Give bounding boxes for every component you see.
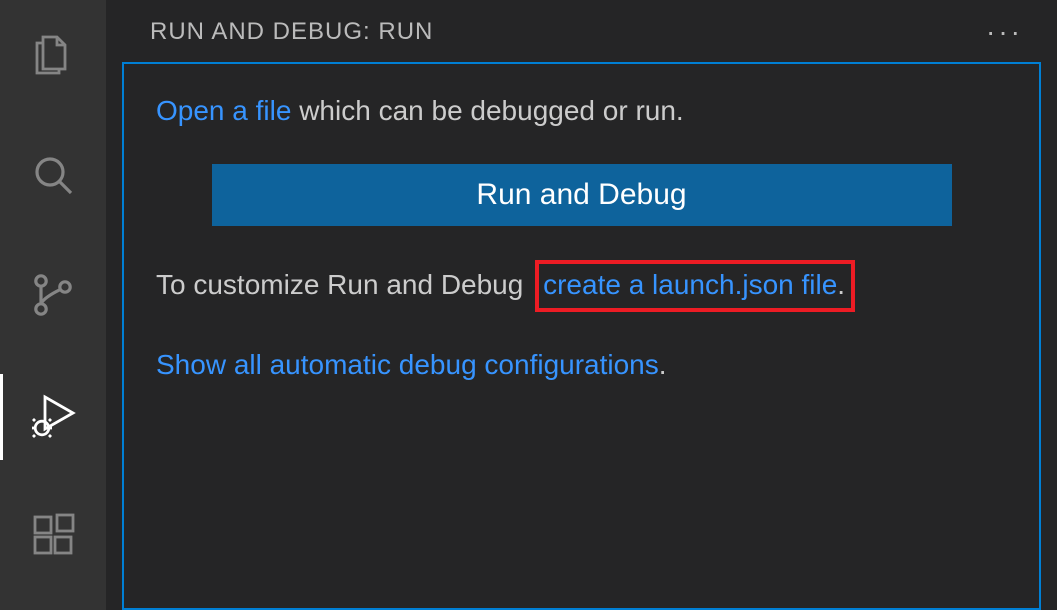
activity-bar: [0, 0, 106, 610]
show-all-period: .: [659, 349, 667, 380]
run-and-debug-button[interactable]: Run and Debug: [212, 164, 952, 226]
search-icon: [29, 151, 77, 204]
files-icon: [29, 31, 77, 84]
open-file-line: Open a file which can be debugged or run…: [156, 92, 1007, 130]
open-file-text: which can be debugged or run.: [291, 95, 683, 126]
app-root: RUN AND DEBUG: RUN ··· Open a file which…: [0, 0, 1057, 610]
customize-line: To customize Run and Debug create a laun…: [156, 260, 1007, 312]
activity-run-debug[interactable]: [0, 374, 106, 460]
create-launch-link[interactable]: create a launch.json file: [543, 269, 837, 300]
panel-body: Open a file which can be debugged or run…: [122, 62, 1041, 610]
show-all-line: Show all automatic debug configurations.: [156, 346, 1007, 384]
run-debug-icon: [29, 391, 77, 444]
source-control-icon: [29, 271, 77, 324]
run-debug-panel: RUN AND DEBUG: RUN ··· Open a file which…: [106, 0, 1057, 610]
activity-explorer[interactable]: [0, 14, 106, 100]
customize-prefix: To customize Run and Debug: [156, 269, 531, 300]
panel-more-button[interactable]: ···: [980, 16, 1029, 48]
activity-search[interactable]: [0, 134, 106, 220]
panel-header: RUN AND DEBUG: RUN ···: [106, 0, 1057, 62]
activity-extensions[interactable]: [0, 494, 106, 580]
create-launch-period: .: [837, 269, 845, 300]
extensions-icon: [29, 511, 77, 564]
activity-source-control[interactable]: [0, 254, 106, 340]
show-all-link[interactable]: Show all automatic debug configurations: [156, 349, 659, 380]
panel-title: RUN AND DEBUG: RUN: [150, 18, 433, 46]
open-file-link[interactable]: Open a file: [156, 95, 291, 126]
create-launch-highlight: create a launch.json file.: [535, 260, 855, 312]
run-debug-button-row: Run and Debug: [156, 164, 1007, 226]
